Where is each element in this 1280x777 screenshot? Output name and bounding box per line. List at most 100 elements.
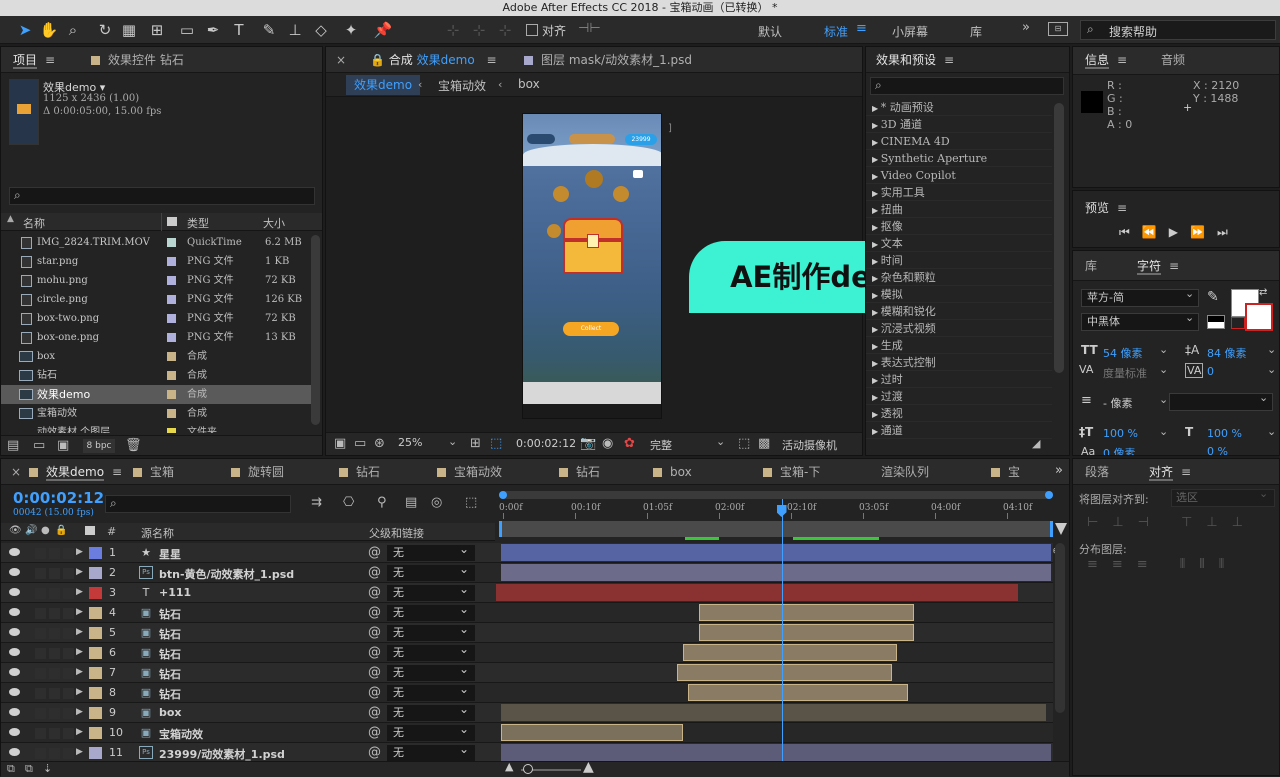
zoom-out-icon[interactable]: ▲ <box>505 760 513 773</box>
audio-toggle[interactable] <box>35 668 46 679</box>
expand-triangle-icon[interactable]: ▶ <box>872 155 881 164</box>
kerning-value[interactable]: 度量标准 <box>1103 365 1147 381</box>
layer-row[interactable]: ▶ 10 ▣ 宝箱动效 @ 无 <box>1 721 1053 743</box>
sort-icon[interactable]: ▲ <box>7 214 14 224</box>
eye-icon[interactable] <box>9 708 20 716</box>
layer-name[interactable]: box <box>159 706 182 719</box>
rotate-tool-icon[interactable]: ↻ <box>94 19 116 41</box>
parent-dropdown[interactable]: 无 <box>387 601 475 621</box>
expand-triangle-icon[interactable]: ▶ <box>872 342 881 351</box>
layer-name[interactable]: 钻石 <box>159 626 181 642</box>
layer-row[interactable]: ▶ 6 ▣ 钻石 @ 无 <box>1 641 1053 663</box>
effects-scrollbar[interactable] <box>1054 103 1064 373</box>
layer-duration-bar[interactable] <box>682 644 897 661</box>
eye-icon[interactable] <box>9 568 20 576</box>
distribute-buttons[interactable]: ≡≡≡ ⫴⫴⫴ <box>1087 557 1238 572</box>
expand-triangle-icon[interactable]: ▶ <box>872 223 881 232</box>
tab-timeline-0[interactable]: 效果demo ≡ <box>29 459 122 485</box>
expand-triangle-icon[interactable]: ▶ <box>872 291 881 300</box>
layer-duration-bar[interactable] <box>699 604 914 621</box>
project-item[interactable]: IMG_2824.TRIM.MOV QuickTime 6.2 MB <box>1 233 311 252</box>
workspace-menu-icon[interactable]: ≡ <box>856 21 867 36</box>
effects-category[interactable]: ▶ 时间 <box>866 252 1052 269</box>
close-tab-icon[interactable]: × <box>11 459 21 485</box>
expand-triangle-icon[interactable]: ▶ <box>76 567 83 577</box>
expand-triangle-icon[interactable]: ▶ <box>76 607 83 617</box>
tab-timeline-2[interactable]: 旋转圆 <box>231 459 284 485</box>
lock-toggle[interactable] <box>63 548 74 559</box>
label-swatch[interactable] <box>167 257 176 266</box>
resize-handle-icon[interactable]: ◢ <box>1032 437 1040 450</box>
project-item[interactable]: 效果demo 合成 <box>1 385 311 404</box>
comp-timecode[interactable]: 0:00:02:12 <box>516 437 576 450</box>
label-swatch[interactable] <box>89 647 102 659</box>
audio-toggle[interactable] <box>35 588 46 599</box>
tab-project[interactable]: 项目 ≡ <box>13 47 55 73</box>
camera-dropdown[interactable]: 活动摄像机 <box>782 437 837 453</box>
project-item[interactable]: 钻石 合成 <box>1 366 311 385</box>
expand-triangle-icon[interactable]: ▶ <box>872 427 881 436</box>
label-swatch[interactable] <box>167 238 176 247</box>
solo-toggle[interactable] <box>49 688 60 699</box>
label-swatch[interactable] <box>89 707 102 719</box>
vertical-scale-value[interactable]: 100 % <box>1103 427 1138 440</box>
brush-tool-icon[interactable]: ✎ <box>258 19 280 41</box>
column-divider[interactable] <box>161 213 162 231</box>
effects-category[interactable]: ▶ 实用工具 <box>866 184 1052 201</box>
draft-3d-icon[interactable]: ⎔ <box>343 495 354 510</box>
tab-align[interactable]: 对齐 ≡ <box>1149 459 1191 485</box>
column-size[interactable]: 大小 <box>263 215 285 231</box>
solo-toggle[interactable] <box>49 588 60 599</box>
pen-tool-icon[interactable]: ✒ <box>202 19 224 41</box>
expand-triangle-icon[interactable]: ▶ <box>872 257 881 266</box>
interpret-footage-icon[interactable]: ▤ <box>7 438 19 453</box>
audio-toggle[interactable] <box>35 648 46 659</box>
eye-icon[interactable] <box>9 748 20 756</box>
effects-category[interactable]: ▶ 生成 <box>866 337 1052 354</box>
pickwhip-icon[interactable]: @ <box>368 645 381 660</box>
stroke-color-swatch[interactable] <box>1245 303 1273 331</box>
layer-duration-bar[interactable] <box>495 584 1018 601</box>
puppet-pin-tool-icon[interactable]: 📌 <box>372 19 394 41</box>
tab-timeline-5[interactable]: 钻石 <box>559 459 600 485</box>
label-swatch[interactable] <box>89 567 102 579</box>
label-swatch[interactable] <box>89 747 102 759</box>
zoom-in-icon[interactable]: ▲ <box>583 759 594 775</box>
expand-triangle-icon[interactable]: ▶ <box>872 189 881 198</box>
close-tab-icon[interactable]: × <box>336 47 346 73</box>
work-area-end-handle[interactable] <box>1045 491 1053 499</box>
expand-triangle-icon[interactable]: ▶ <box>872 308 881 317</box>
label-swatch[interactable] <box>89 607 102 619</box>
channel-icon[interactable]: ✿ <box>624 436 635 451</box>
lock-toggle[interactable] <box>63 648 74 659</box>
transfer-controls-icon[interactable]: ⧉ <box>25 762 33 776</box>
expand-triangle-icon[interactable]: ▶ <box>872 172 881 181</box>
show-snapshot-icon[interactable]: ◉ <box>602 436 613 451</box>
effects-category[interactable]: ▶ 过时 <box>866 371 1052 388</box>
pickwhip-icon[interactable]: @ <box>368 545 381 560</box>
effects-category[interactable]: ▶ 文本 <box>866 235 1052 252</box>
expand-triangle-icon[interactable]: ▶ <box>76 667 83 677</box>
default-colors-icon[interactable] <box>1207 315 1225 329</box>
effects-category[interactable]: ▶ 透视 <box>866 405 1052 422</box>
column-type[interactable]: 类型 <box>187 215 209 231</box>
tab-audio[interactable]: 音频 <box>1161 47 1185 73</box>
layer-row[interactable]: ▶ 4 ▣ 钻石 @ 无 <box>1 601 1053 623</box>
timeline-scrollbar[interactable] <box>1055 543 1065 713</box>
audio-toggle[interactable] <box>35 748 46 759</box>
lock-toggle[interactable] <box>63 748 74 759</box>
toggle-transparency-icon[interactable]: ▩ <box>758 436 770 451</box>
layer-row[interactable]: ▶ 9 ▣ box @ 无 <box>1 701 1053 723</box>
workspace-library[interactable]: 库 <box>970 23 982 40</box>
pickwhip-icon[interactable]: @ <box>368 665 381 680</box>
solo-toggle[interactable] <box>49 668 60 679</box>
tab-layer[interactable]: 图层 mask/动效素材_1.psd <box>524 47 692 73</box>
local-axis-icon[interactable]: ⊹ <box>442 19 464 41</box>
tab-composition[interactable]: 🔒 合成 效果demo ≡ <box>370 47 497 73</box>
effects-category[interactable]: ▶ * 动画预设 <box>866 99 1052 116</box>
lock-toggle[interactable] <box>63 668 74 679</box>
tab-timeline-4[interactable]: 宝箱动效 <box>437 459 502 485</box>
layer-row[interactable]: ▶ 11 Ps 23999/动效素材_1.psd @ 无 <box>1 741 1053 761</box>
lock-toggle[interactable] <box>63 588 74 599</box>
lock-toggle[interactable] <box>63 688 74 699</box>
